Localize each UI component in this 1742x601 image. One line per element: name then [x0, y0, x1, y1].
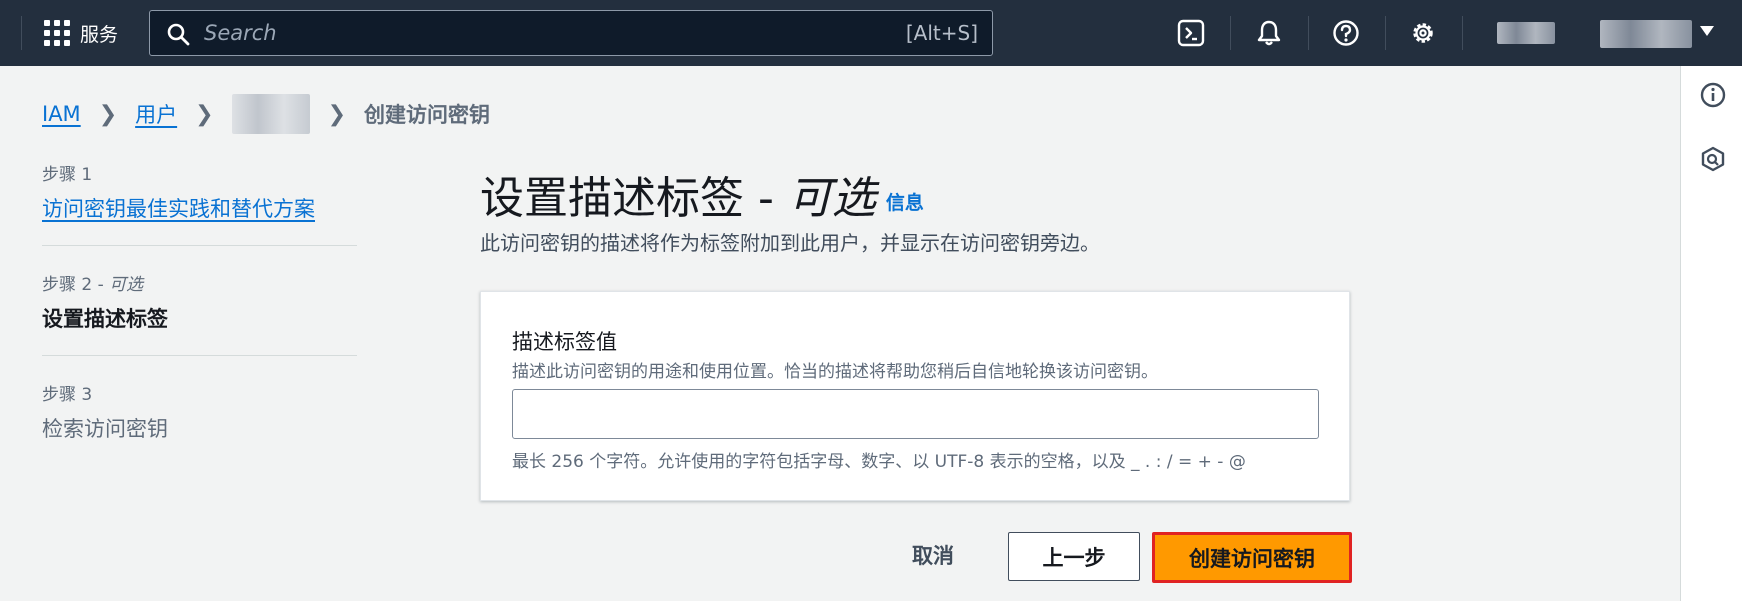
cancel-button[interactable]: 取消	[912, 540, 954, 570]
cloudshell-icon[interactable]	[1174, 16, 1208, 50]
breadcrumb-current: 创建访问密钥	[364, 103, 490, 127]
wizard-step-1: 步骤 1 访问密钥最佳实践和替代方案	[42, 160, 357, 246]
chevron-right-icon: ❯	[327, 101, 346, 127]
chevron-right-icon: ❯	[98, 101, 118, 127]
nav-divider	[1230, 16, 1231, 50]
nav-divider	[1462, 16, 1463, 50]
field-label: 描述标签值	[512, 330, 617, 354]
step-link-best-practices[interactable]: 访问密钥最佳实践和替代方案	[42, 193, 357, 223]
step-number: 步骤 3	[42, 385, 93, 405]
step-title-active: 设置描述标签	[42, 307, 168, 331]
help-icon[interactable]	[1329, 16, 1363, 50]
right-tools-rail	[1680, 66, 1742, 601]
field-description: 描述此访问密钥的用途和使用位置。恰当的描述将帮助您稍后自信地轮换该访问密钥。	[512, 362, 1158, 382]
grid-icon	[44, 20, 70, 46]
bell-icon[interactable]	[1252, 16, 1286, 50]
step-number: 步骤 1	[42, 165, 93, 185]
account-menu-button[interactable]	[1600, 20, 1692, 48]
search-shortcut-hint: [Alt+S]	[905, 21, 978, 45]
breadcrumb-users[interactable]: 用户	[135, 99, 177, 129]
services-label: 服务	[80, 23, 119, 46]
create-access-key-button[interactable]: 创建访问密钥	[1152, 532, 1352, 583]
page-description: 此访问密钥的描述将作为标签附加到此用户，并显示在访问密钥旁边。	[480, 231, 1100, 255]
description-tag-card: 描述标签值 描述此访问密钥的用途和使用位置。恰当的描述将帮助您稍后自信地轮换该访…	[480, 291, 1350, 501]
search-box[interactable]: [Alt+S]	[149, 10, 993, 56]
step-number: 步骤 2 - 可选	[42, 275, 144, 295]
wizard-step-2: 步骤 2 - 可选 设置描述标签	[42, 270, 357, 356]
feedback-hexagon-icon[interactable]	[1700, 146, 1726, 172]
breadcrumb: IAM ❯ 用户 ❯ ❯ 创建访问密钥	[42, 94, 490, 134]
wizard-step-3: 步骤 3 检索访问密钥	[42, 380, 357, 465]
info-icon[interactable]	[1700, 82, 1726, 108]
search-icon	[167, 23, 190, 46]
breadcrumb-user-redacted[interactable]	[231, 94, 310, 134]
chevron-right-icon: ❯	[195, 101, 214, 127]
description-tag-input[interactable]	[512, 389, 1319, 439]
search-input[interactable]	[204, 11, 844, 55]
wizard-steps: 步骤 1 访问密钥最佳实践和替代方案 步骤 2 - 可选 设置描述标签 步骤 3…	[42, 160, 357, 489]
field-constraint-text: 最长 256 个字符。允许使用的字符包括字母、数字、以 UTF-8 表示的空格，…	[512, 452, 1246, 472]
previous-button[interactable]: 上一步	[1008, 532, 1140, 581]
step-title-disabled: 检索访问密钥	[42, 417, 168, 441]
nav-divider	[1385, 16, 1386, 50]
page-title: 设置描述标签 - 可选 信息	[480, 173, 924, 224]
chevron-down-icon[interactable]	[1700, 26, 1714, 36]
redacted-region	[1497, 22, 1555, 44]
info-link[interactable]: 信息	[886, 192, 924, 214]
gear-icon[interactable]	[1406, 16, 1440, 50]
top-navigation-bar: 服务 [Alt+S]	[0, 0, 1742, 66]
breadcrumb-iam[interactable]: IAM	[42, 102, 81, 126]
services-menu-button[interactable]: 服务	[44, 14, 118, 52]
nav-divider	[1308, 16, 1309, 50]
nav-divider	[21, 16, 22, 50]
